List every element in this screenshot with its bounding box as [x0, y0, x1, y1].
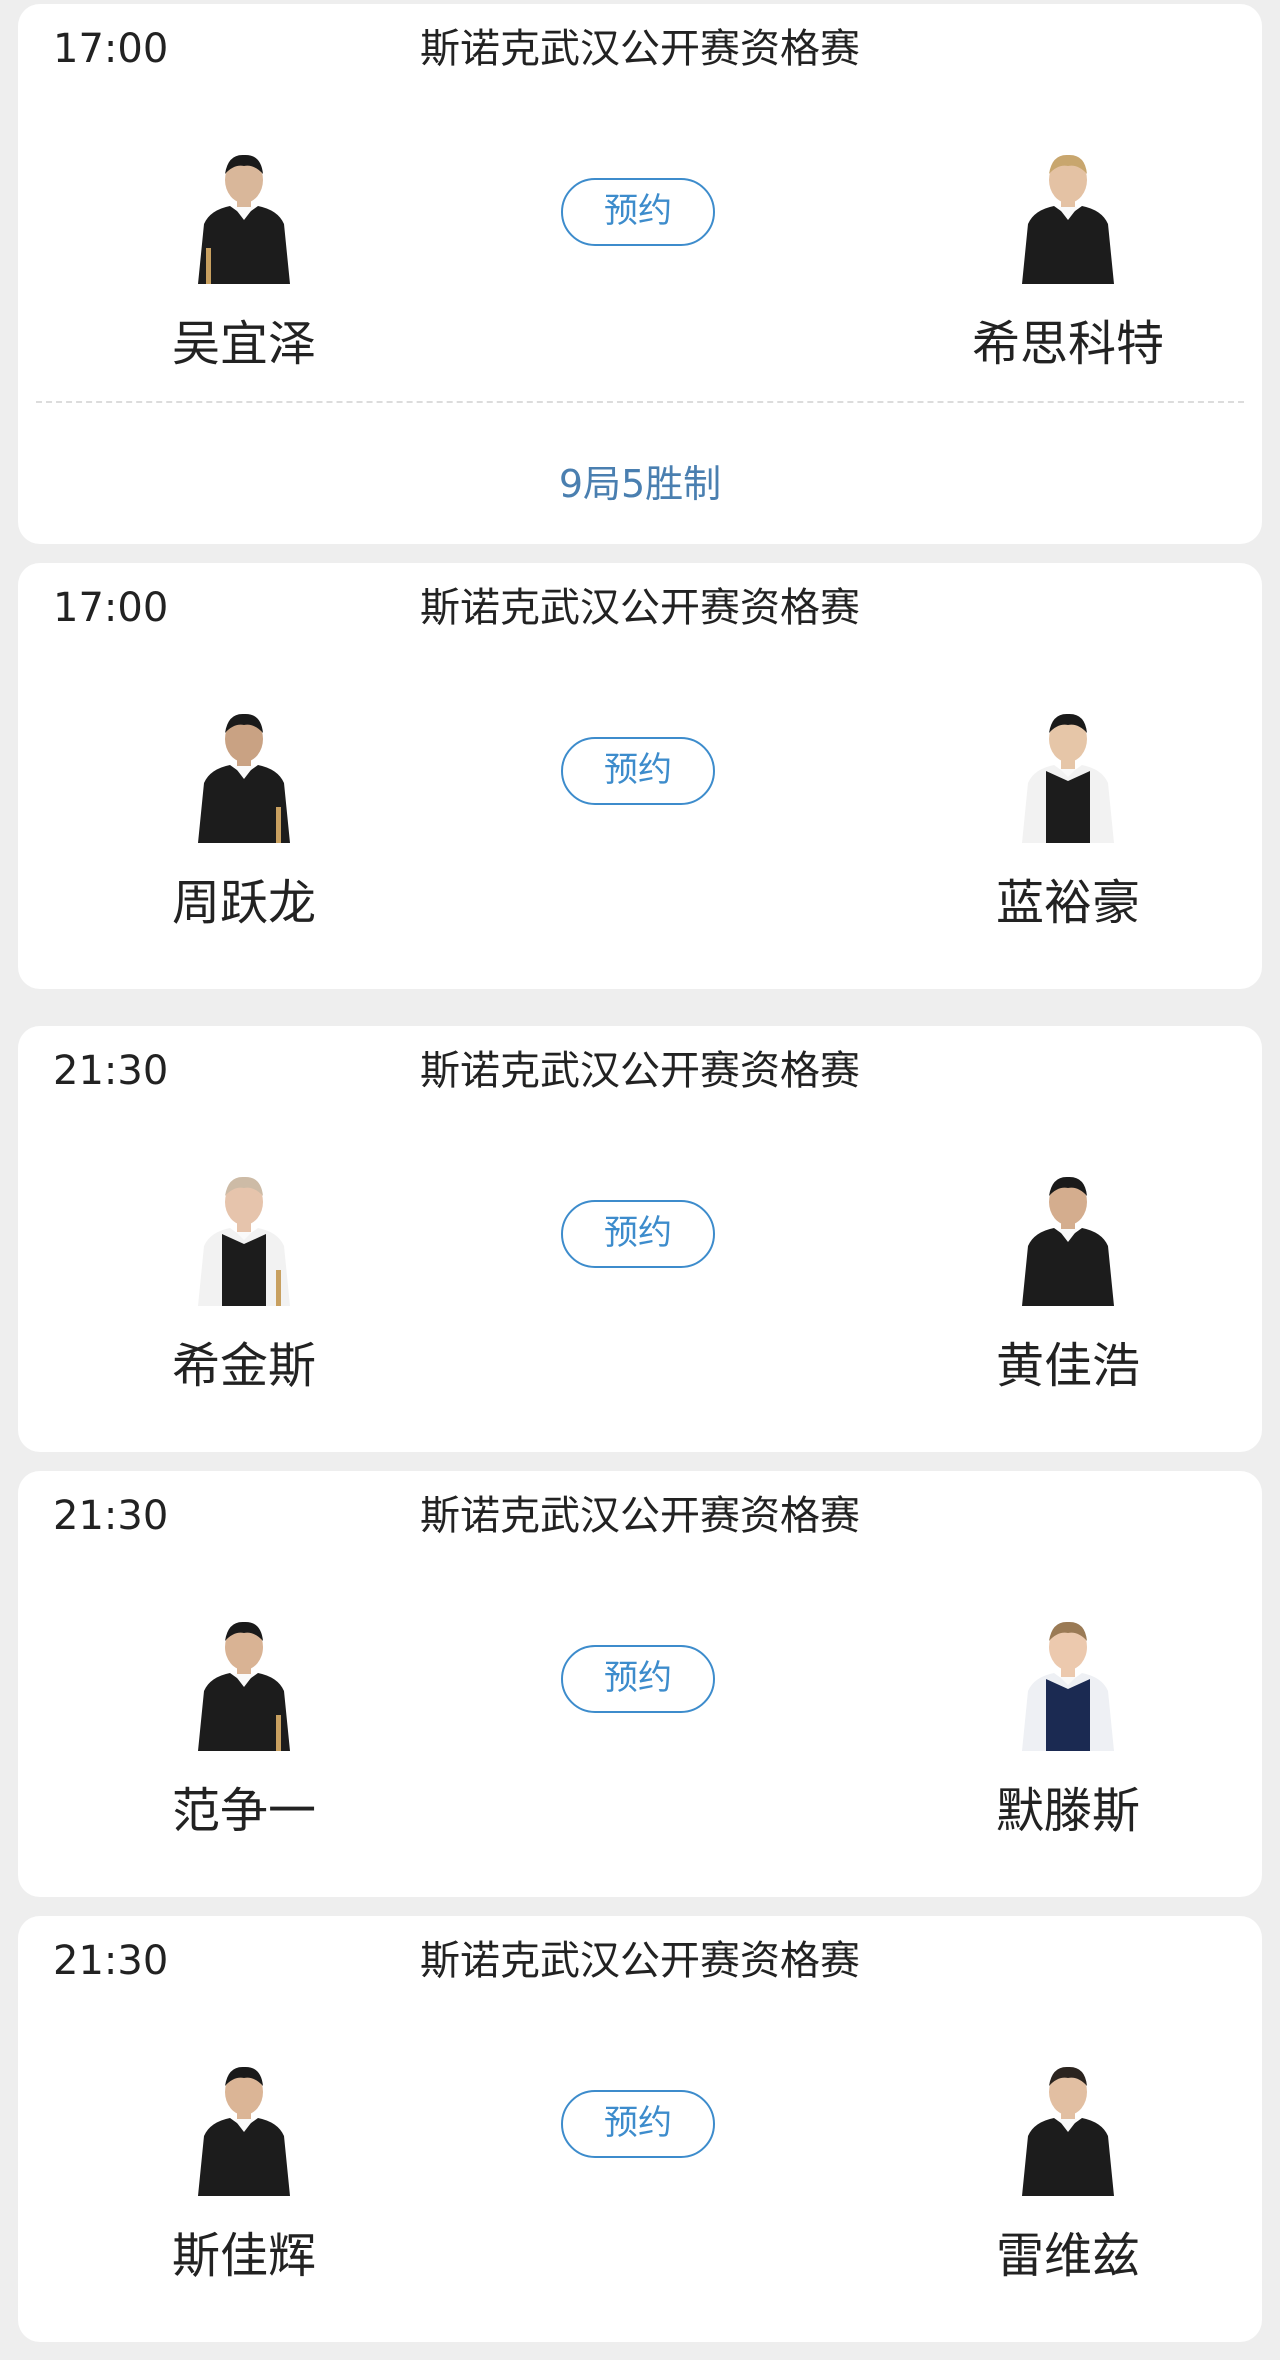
- player-name: 黄佳浩: [995, 1338, 1140, 1394]
- match-format: 9局5胜制: [558, 462, 722, 506]
- competition-title: 斯诺克武汉公开赛资格赛: [420, 1048, 860, 1094]
- match-card[interactable]: 21:30 斯诺克武汉公开赛资格赛 范争一 预约 默滕斯: [18, 1471, 1262, 1897]
- player-avatar: [184, 1611, 304, 1751]
- competition-title: 斯诺克武汉公开赛资格赛: [420, 26, 860, 72]
- player-name: 默滕斯: [995, 1783, 1140, 1839]
- player-name: 希思科特: [971, 316, 1164, 372]
- player-name: 周跃龙: [171, 875, 316, 931]
- match-card[interactable]: 17:00 斯诺克武汉公开赛资格赛 周跃龙 预约 蓝裕豪: [18, 563, 1262, 989]
- competition-title: 斯诺克武汉公开赛资格赛: [420, 585, 860, 631]
- reserve-button[interactable]: 预约: [561, 737, 715, 805]
- match-list: 17:00 斯诺克武汉公开赛资格赛 吴宜泽 预约 希思科特 9局5胜制 17:0…: [0, 0, 1280, 2360]
- competition-title: 斯诺克武汉公开赛资格赛: [420, 1493, 860, 1539]
- competition-title: 斯诺克武汉公开赛资格赛: [420, 1938, 860, 1984]
- player-avatar: [184, 144, 304, 284]
- reserve-button[interactable]: 预约: [561, 1200, 715, 1268]
- player-name: 希金斯: [171, 1338, 316, 1394]
- player-avatar: [1008, 703, 1128, 843]
- player-name: 蓝裕豪: [995, 875, 1140, 931]
- reserve-button[interactable]: 预约: [561, 2090, 715, 2158]
- match-card[interactable]: 21:30 斯诺克武汉公开赛资格赛 希金斯 预约 黄佳浩: [18, 1026, 1262, 1452]
- player-name: 范争一: [171, 1783, 316, 1839]
- reserve-button[interactable]: 预约: [561, 178, 715, 246]
- reserve-button[interactable]: 预约: [561, 1645, 715, 1713]
- player-avatar: [1008, 2056, 1128, 2196]
- player-avatar: [184, 1166, 304, 1306]
- player-name: 斯佳辉: [171, 2228, 316, 2284]
- player-avatar: [184, 703, 304, 843]
- player-avatar: [1008, 144, 1128, 284]
- player-avatar: [184, 2056, 304, 2196]
- player-name: 雷维兹: [995, 2228, 1140, 2284]
- player-name: 吴宜泽: [171, 316, 316, 372]
- match-card[interactable]: 17:00 斯诺克武汉公开赛资格赛 吴宜泽 预约 希思科特 9局5胜制: [18, 4, 1262, 544]
- player-avatar: [1008, 1611, 1128, 1751]
- match-card[interactable]: 21:30 斯诺克武汉公开赛资格赛 斯佳辉 预约 雷维兹: [18, 1916, 1262, 2342]
- card-divider: [36, 401, 1244, 403]
- player-avatar: [1008, 1166, 1128, 1306]
